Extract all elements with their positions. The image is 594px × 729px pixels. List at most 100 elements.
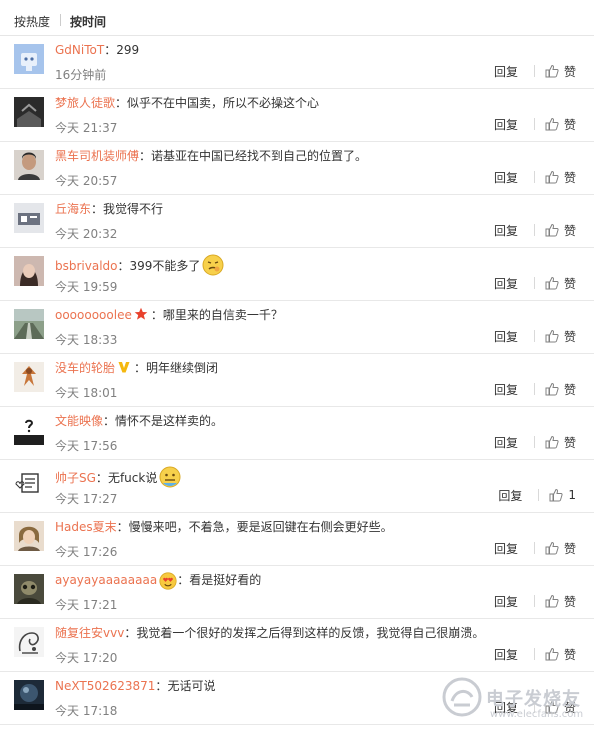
reply-button[interactable]: 回复	[494, 699, 518, 716]
avatar[interactable]	[14, 150, 44, 180]
like-label: 赞	[563, 170, 576, 185]
avatar[interactable]	[14, 574, 44, 604]
like-button[interactable]: 赞	[545, 646, 576, 663]
sort-by-hot-tab[interactable]: 按热度	[14, 13, 50, 30]
comment-username[interactable]: 帅子SG	[55, 471, 96, 485]
thumbs-up-icon	[545, 117, 559, 131]
comment-time: 今天 20:32	[55, 227, 118, 241]
comment-username[interactable]: ayayayaaaaaaaa	[55, 573, 157, 587]
comment-time: 今天 19:59	[55, 280, 118, 294]
reply-button[interactable]: 回复	[494, 222, 518, 239]
reply-button[interactable]: 回复	[494, 328, 518, 345]
comment-username[interactable]: 黑车司机装师傅	[55, 149, 139, 163]
comment-username[interactable]: 文能映像	[55, 414, 103, 428]
reply-button[interactable]: 回复	[494, 434, 518, 451]
action-divider	[533, 648, 535, 660]
comment-username[interactable]: oooooooolee	[55, 308, 132, 322]
like-label: 赞	[563, 64, 576, 79]
comment-actions: 回复 赞	[494, 540, 576, 556]
action-divider	[533, 330, 535, 342]
thumbs-up-icon	[545, 329, 559, 343]
avatar[interactable]	[14, 415, 44, 445]
reply-button[interactable]: 回复	[494, 593, 518, 610]
comment-item: 没车的轮胎 ：明年继续倒闭 今天 18:01 回复 赞	[0, 354, 594, 407]
comment-username[interactable]: Hades夏末	[55, 520, 117, 534]
like-button[interactable]: 赞	[545, 116, 576, 133]
comment-actions: 回复 赞	[494, 63, 576, 79]
avatar[interactable]	[14, 256, 44, 286]
action-divider	[533, 595, 535, 607]
reply-button[interactable]: 回复	[494, 63, 518, 80]
sort-tabs: 按热度 按时间	[0, 0, 594, 36]
like-label: 赞	[563, 276, 576, 291]
avatar[interactable]	[14, 362, 44, 392]
like-button[interactable]: 1	[549, 488, 576, 502]
like-button[interactable]: 赞	[545, 540, 576, 557]
like-button[interactable]: 赞	[545, 328, 576, 345]
avatar[interactable]	[14, 468, 44, 498]
like-button[interactable]: 赞	[545, 699, 576, 716]
avatar[interactable]	[14, 309, 44, 339]
comment-username[interactable]: 随复往安vvv	[55, 626, 124, 640]
comment-actions: 回复 1	[498, 487, 576, 503]
comment-text: 慢慢来吧，不着急，要是返回键在右侧会更好些。	[128, 520, 393, 534]
comment-username[interactable]: 没车的轮胎	[55, 361, 115, 375]
comment-text: 情怀不是这样卖的。	[115, 414, 224, 428]
avatar[interactable]	[14, 44, 44, 74]
action-divider	[533, 542, 535, 554]
like-label: 赞	[563, 700, 576, 715]
sort-separator	[60, 14, 61, 26]
avatar[interactable]	[14, 680, 44, 710]
like-button[interactable]: 赞	[545, 275, 576, 292]
comment-text: 似乎不在中国卖，所以不必操这个心	[127, 96, 320, 110]
reply-button[interactable]: 回复	[494, 381, 518, 398]
colon: ：	[177, 573, 190, 587]
comment-username[interactable]: bsbrivaldo	[55, 259, 118, 273]
comment-item: bsbrivaldo：399不能多了 今天 19:59 回复 赞	[0, 248, 594, 301]
comment-item: NeXT502623871：无话可说 今天 17:18 回复 赞	[0, 672, 594, 725]
thumbs-up-icon	[545, 700, 559, 714]
action-divider	[533, 171, 535, 183]
action-divider	[533, 436, 535, 448]
comment-time: 今天 18:33	[55, 333, 118, 347]
like-button[interactable]: 赞	[545, 63, 576, 80]
reply-button[interactable]: 回复	[494, 646, 518, 663]
reply-button[interactable]: 回复	[494, 540, 518, 557]
comment-username[interactable]: 梦旅人徒歌	[55, 96, 115, 110]
like-button[interactable]: 赞	[545, 593, 576, 610]
action-divider	[533, 65, 535, 77]
comment-actions: 回复 赞	[494, 381, 576, 397]
like-button[interactable]: 赞	[545, 169, 576, 186]
reply-button[interactable]: 回复	[494, 116, 518, 133]
star-badge-icon	[134, 307, 148, 320]
colon: ：	[150, 308, 163, 322]
thinking-emoji-icon	[202, 254, 224, 276]
verified-v-icon	[118, 362, 130, 373]
comment-username[interactable]: NeXT502623871	[55, 679, 155, 693]
like-button[interactable]: 赞	[545, 381, 576, 398]
sort-by-time-tab[interactable]: 按时间	[70, 13, 106, 30]
avatar[interactable]	[14, 97, 44, 127]
comment-item: 黑车司机装师傅：诺基亚在中国已经找不到自己的位置了。 今天 20:57 回复 赞	[0, 142, 594, 195]
comment-item: 随复往安vvv：我觉着一个很好的发挥之后得到这样的反馈，我觉得自己很崩溃。 今天…	[0, 619, 594, 672]
colon: ：	[134, 361, 147, 375]
comment-username[interactable]: 丘海东	[55, 202, 91, 216]
avatar[interactable]	[14, 627, 44, 657]
thumbs-up-icon	[545, 541, 559, 555]
comment-username[interactable]: GdNiToT	[55, 43, 104, 57]
comment-text: 哪里来的自信卖一千？	[162, 308, 283, 322]
thumbs-up-icon	[545, 170, 559, 184]
comment-time: 今天 20:57	[55, 174, 118, 188]
reply-button[interactable]: 回复	[494, 169, 518, 186]
reply-button[interactable]: 回复	[494, 275, 518, 292]
comment-time: 今天 17:26	[55, 545, 118, 559]
avatar[interactable]	[14, 203, 44, 233]
avatar[interactable]	[14, 521, 44, 551]
comment-actions: 回复 赞	[494, 116, 576, 132]
reply-button[interactable]: 回复	[498, 487, 522, 504]
like-button[interactable]: 赞	[545, 222, 576, 239]
comment-text: 299	[116, 43, 140, 57]
like-label: 赞	[563, 647, 576, 662]
like-button[interactable]: 赞	[545, 434, 576, 451]
comment-text: 看是挺好看的	[189, 573, 262, 587]
